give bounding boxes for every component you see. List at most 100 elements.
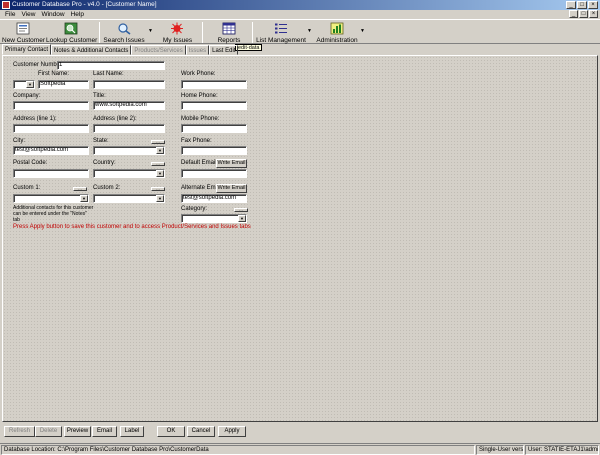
child-minimize-button[interactable]: _: [569, 10, 578, 18]
search-issues-icon: [118, 23, 131, 35]
company-field[interactable]: [13, 101, 89, 110]
country-select[interactable]: ▼: [93, 169, 165, 178]
state-select[interactable]: ▼: [93, 146, 165, 155]
address-line2-field[interactable]: [93, 124, 165, 133]
menu-view[interactable]: View: [18, 11, 38, 18]
delete-button[interactable]: Delete: [35, 426, 62, 437]
app-icon: [2, 1, 10, 9]
menu-file[interactable]: File: [2, 11, 18, 18]
city-field[interactable]: test@softpedia.com: [13, 146, 89, 155]
custom2-label: Custom 2:: [93, 185, 121, 191]
alternate-email-field[interactable]: test@softpedia.com: [181, 194, 247, 203]
work-phone-label: Work Phone:: [181, 71, 216, 77]
menu-help[interactable]: Help: [68, 11, 87, 18]
country-label: Country:: [93, 160, 116, 166]
company-label: Company:: [13, 93, 41, 99]
tooltip: edit-data: [235, 44, 263, 51]
tab-strip: Primary Contact Notes & Additional Conta…: [2, 44, 239, 55]
write-default-email-button[interactable]: Write Email: [216, 159, 247, 168]
apply-instruction-message: Press Apply button to save this customer…: [13, 224, 251, 230]
reports-button[interactable]: Reports: [210, 21, 248, 44]
list-management-icon: [275, 23, 287, 34]
email-button[interactable]: Email: [92, 426, 117, 437]
lookup-customer-button[interactable]: Lookup Customer: [46, 21, 97, 44]
state-label: State:: [93, 138, 109, 144]
address-line2-label: Address (line 2):: [93, 116, 137, 122]
custom2-select[interactable]: ▼: [93, 194, 165, 203]
mobile-phone-field[interactable]: [181, 124, 247, 133]
administration-button[interactable]: Administration: [316, 21, 358, 44]
tab-issues[interactable]: Issues: [185, 45, 210, 55]
work-phone-field[interactable]: [181, 80, 247, 89]
tab-notes-additional-contacts[interactable]: Notes & Additional Contacts: [51, 45, 132, 55]
tab-primary-contact[interactable]: Primary Contact: [2, 44, 52, 55]
search-issues-dropdown-arrow[interactable]: ▼: [148, 28, 153, 34]
mobile-phone-label: Mobile Phone:: [181, 116, 220, 122]
country-list-button[interactable]: …: [151, 162, 165, 166]
last-name-field[interactable]: [93, 80, 165, 89]
list-management-button[interactable]: List Management: [256, 21, 306, 44]
preview-button[interactable]: Preview: [64, 426, 91, 437]
write-alternate-email-button[interactable]: Write Email: [216, 184, 247, 193]
cancel-button[interactable]: Cancel: [187, 426, 215, 437]
tab-products-services[interactable]: Products/Services: [131, 45, 186, 55]
custom1-select[interactable]: ▼: [13, 194, 89, 203]
toolbar-separator: [202, 22, 203, 43]
search-issues-button[interactable]: Search Issues: [103, 21, 145, 44]
close-button[interactable]: ×: [588, 1, 598, 9]
toolbar-separator: [252, 22, 253, 43]
fax-phone-field[interactable]: [181, 146, 247, 155]
refresh-button[interactable]: Refresh: [4, 426, 35, 437]
reports-icon: [222, 22, 236, 35]
new-customer-button[interactable]: New Customer: [2, 21, 45, 44]
menu-bar: File View Window Help _ □ ×: [0, 10, 600, 19]
custom2-list-button[interactable]: …: [151, 187, 165, 191]
city-label: City:: [13, 138, 25, 144]
status-database-location: Database Location: C:\Program Files\Cust…: [1, 445, 475, 455]
menu-window[interactable]: Window: [38, 11, 67, 18]
window-title: Customer Database Pro - v4.0 - [Customer…: [12, 1, 157, 8]
lookup-customer-icon: [64, 22, 78, 35]
category-list-button[interactable]: …: [234, 208, 248, 212]
toolbar-separator: [99, 22, 100, 43]
postal-code-label: Postal Code:: [13, 160, 48, 166]
chevron-down-icon: ▼: [156, 170, 164, 177]
address-line1-field[interactable]: [13, 124, 89, 133]
label-button[interactable]: Label: [120, 426, 144, 437]
maximize-button[interactable]: □: [577, 1, 587, 9]
title-label: Title:: [93, 93, 106, 99]
child-close-button[interactable]: ×: [589, 10, 598, 18]
state-list-button[interactable]: …: [151, 140, 165, 144]
my-issues-button[interactable]: My Issues: [160, 21, 195, 44]
minimize-button[interactable]: _: [566, 1, 576, 9]
status-version: Single-User version: [476, 445, 524, 455]
chevron-down-icon: ▼: [156, 195, 164, 202]
category-select[interactable]: ▼: [181, 214, 247, 223]
home-phone-field[interactable]: [181, 101, 247, 110]
child-restore-button[interactable]: □: [579, 10, 588, 18]
application-window: Customer Database Pro - v4.0 - [Customer…: [0, 0, 600, 455]
address-line1-label: Address (line 1):: [13, 116, 57, 122]
first-name-field[interactable]: Softpedia: [38, 80, 89, 89]
status-bar: Database Location: C:\Program Files\Cust…: [0, 443, 600, 455]
apply-button[interactable]: Apply: [218, 426, 246, 437]
my-issues-icon: [171, 22, 183, 35]
list-management-dropdown-arrow[interactable]: ▼: [307, 28, 312, 34]
chevron-down-icon: ▼: [156, 147, 164, 154]
administration-icon: [330, 22, 344, 35]
ok-button[interactable]: OK: [157, 426, 185, 437]
default-email-field[interactable]: [181, 169, 247, 178]
postal-code-field[interactable]: [13, 169, 89, 178]
tab-last-edit[interactable]: Last Edit: [209, 45, 239, 55]
chevron-down-icon: ▼: [26, 81, 34, 88]
fax-phone-label: Fax Phone:: [181, 138, 212, 144]
toolbar: New Customer Lookup Customer Search Issu…: [0, 19, 600, 44]
customer-number-field[interactable]: 1: [57, 61, 165, 70]
salutation-select[interactable]: ▼: [13, 80, 35, 89]
administration-dropdown-arrow[interactable]: ▼: [360, 28, 365, 34]
custom1-list-button[interactable]: …: [73, 187, 87, 191]
new-customer-icon: [16, 22, 30, 35]
custom1-label: Custom 1:: [13, 185, 41, 191]
title-field[interactable]: www.softpedia.com: [93, 101, 165, 110]
last-name-label: Last Name:: [93, 71, 124, 77]
